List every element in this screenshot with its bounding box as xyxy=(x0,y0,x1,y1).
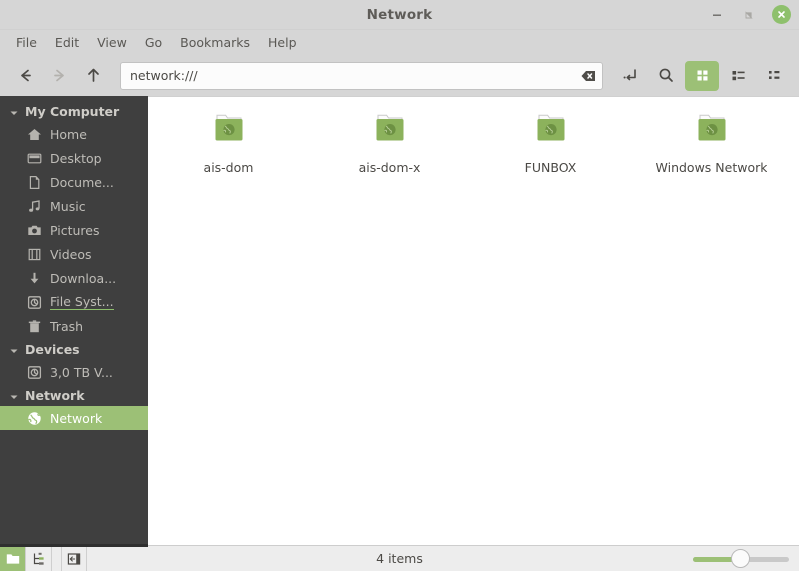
sidebar: My Computer Home Desktop Docume... Music… xyxy=(0,96,148,545)
home-icon xyxy=(26,126,42,142)
grid-view-icon[interactable] xyxy=(685,60,719,91)
file-item-label: ais-dom-x xyxy=(358,160,421,175)
sidebar-item-drive[interactable]: 3,0 TB V... xyxy=(0,360,148,384)
sidebar-item-trash[interactable]: Trash xyxy=(0,314,148,338)
sidebar-item-desktop[interactable]: Desktop xyxy=(0,146,148,170)
window-body: My Computer Home Desktop Docume... Music… xyxy=(0,96,799,545)
menu-edit[interactable]: Edit xyxy=(47,32,87,53)
file-item[interactable]: FUNBOX xyxy=(470,105,631,175)
forward-arrow-icon[interactable] xyxy=(42,61,76,91)
sidebar-group-my-computer[interactable]: My Computer xyxy=(0,100,148,122)
filesystem-icon xyxy=(26,294,42,310)
network-globe-icon xyxy=(26,410,42,426)
window-title: Network xyxy=(366,6,433,23)
sidebar-group-label: Devices xyxy=(25,341,80,357)
desktop-icon xyxy=(26,150,42,166)
close-icon[interactable] xyxy=(772,5,791,24)
menu-help[interactable]: Help xyxy=(260,32,305,53)
sidebar-item-label: Videos xyxy=(50,246,92,262)
compact-view-icon[interactable] xyxy=(757,61,791,91)
clear-entry-icon[interactable] xyxy=(580,68,596,84)
sidebar-group-label: Network xyxy=(25,387,85,403)
documents-icon xyxy=(26,174,42,190)
sidebar-item-label: Desktop xyxy=(50,150,102,166)
sidebar-item-label: Home xyxy=(50,126,87,142)
list-view-icon[interactable] xyxy=(721,61,755,91)
file-item-label: ais-dom xyxy=(203,160,254,175)
sidebar-scroll-indicator xyxy=(0,544,148,547)
minimize-icon[interactable] xyxy=(708,6,726,24)
music-icon xyxy=(26,198,42,214)
toolbar: network:/// xyxy=(0,55,799,96)
sidebar-item-documents[interactable]: Docume... xyxy=(0,170,148,194)
maximize-icon[interactable] xyxy=(740,6,758,24)
back-arrow-icon[interactable] xyxy=(8,61,42,91)
file-item[interactable]: Windows Network xyxy=(631,105,792,175)
sidebar-item-music[interactable]: Music xyxy=(0,194,148,218)
pictures-icon xyxy=(26,222,42,238)
file-item[interactable]: ais-dom-x xyxy=(309,105,470,175)
sidebar-item-label: Music xyxy=(50,198,86,214)
sidebar-item-file-system[interactable]: File Syst... xyxy=(0,290,148,314)
sidebar-item-downloads[interactable]: Downloa... xyxy=(0,266,148,290)
network-folder-icon xyxy=(690,112,734,152)
sidebar-item-label: Downloa... xyxy=(50,270,117,286)
menu-view[interactable]: View xyxy=(89,32,135,53)
sidebar-item-network[interactable]: Network xyxy=(0,406,148,430)
network-folder-icon xyxy=(368,112,412,152)
trash-icon xyxy=(26,318,42,334)
sidebar-group-label: My Computer xyxy=(25,103,120,119)
file-item[interactable]: ais-dom xyxy=(148,105,309,175)
videos-icon xyxy=(26,246,42,262)
menu-bar: File Edit View Go Bookmarks Help xyxy=(0,30,799,55)
status-text: 4 items xyxy=(376,551,423,566)
title-bar: Network xyxy=(0,0,799,30)
menu-file[interactable]: File xyxy=(8,32,45,53)
sidebar-item-label: Pictures xyxy=(50,222,100,238)
file-item-label: Windows Network xyxy=(655,160,768,175)
zoom-slider-knob[interactable] xyxy=(731,548,750,568)
search-icon[interactable] xyxy=(649,61,683,91)
menu-go[interactable]: Go xyxy=(137,32,170,53)
window-controls xyxy=(708,5,791,24)
sidebar-item-label: File Syst... xyxy=(50,294,114,310)
chevron-down-icon xyxy=(9,344,19,354)
sidebar-item-videos[interactable]: Videos xyxy=(0,242,148,266)
network-folder-icon xyxy=(529,112,573,152)
network-folder-icon xyxy=(207,112,251,152)
path-text[interactable]: network:/// xyxy=(130,68,580,83)
file-list-area[interactable]: ais-dom ais-dom-x FUNBOX Windows Network xyxy=(148,96,799,545)
zoom-slider[interactable] xyxy=(693,548,789,569)
chevron-down-icon xyxy=(9,390,19,400)
sidebar-item-label: Trash xyxy=(50,318,84,334)
file-manager-window: Network File Edit View Go Bookmarks Help… xyxy=(0,0,799,571)
sidebar-item-label: 3,0 TB V... xyxy=(50,364,113,380)
sidebar-item-pictures[interactable]: Pictures xyxy=(0,218,148,242)
location-bar[interactable]: network:/// xyxy=(120,61,603,90)
status-bar: 4 items xyxy=(0,544,799,571)
menu-bookmarks[interactable]: Bookmarks xyxy=(172,32,258,53)
sidebar-item-label: Docume... xyxy=(50,174,114,190)
icon-grid: ais-dom ais-dom-x FUNBOX Windows Network xyxy=(148,97,799,175)
sidebar-group-devices[interactable]: Devices xyxy=(0,338,148,360)
path-entry-icon[interactable] xyxy=(613,61,647,91)
sidebar-item-home[interactable]: Home xyxy=(0,122,148,146)
chevron-down-icon xyxy=(9,106,19,116)
file-item-label: FUNBOX xyxy=(524,160,577,175)
downloads-icon xyxy=(26,270,42,286)
sidebar-group-network[interactable]: Network xyxy=(0,384,148,406)
up-arrow-icon[interactable] xyxy=(76,61,110,91)
drive-icon xyxy=(26,364,42,380)
sidebar-item-label: Network xyxy=(50,410,103,426)
